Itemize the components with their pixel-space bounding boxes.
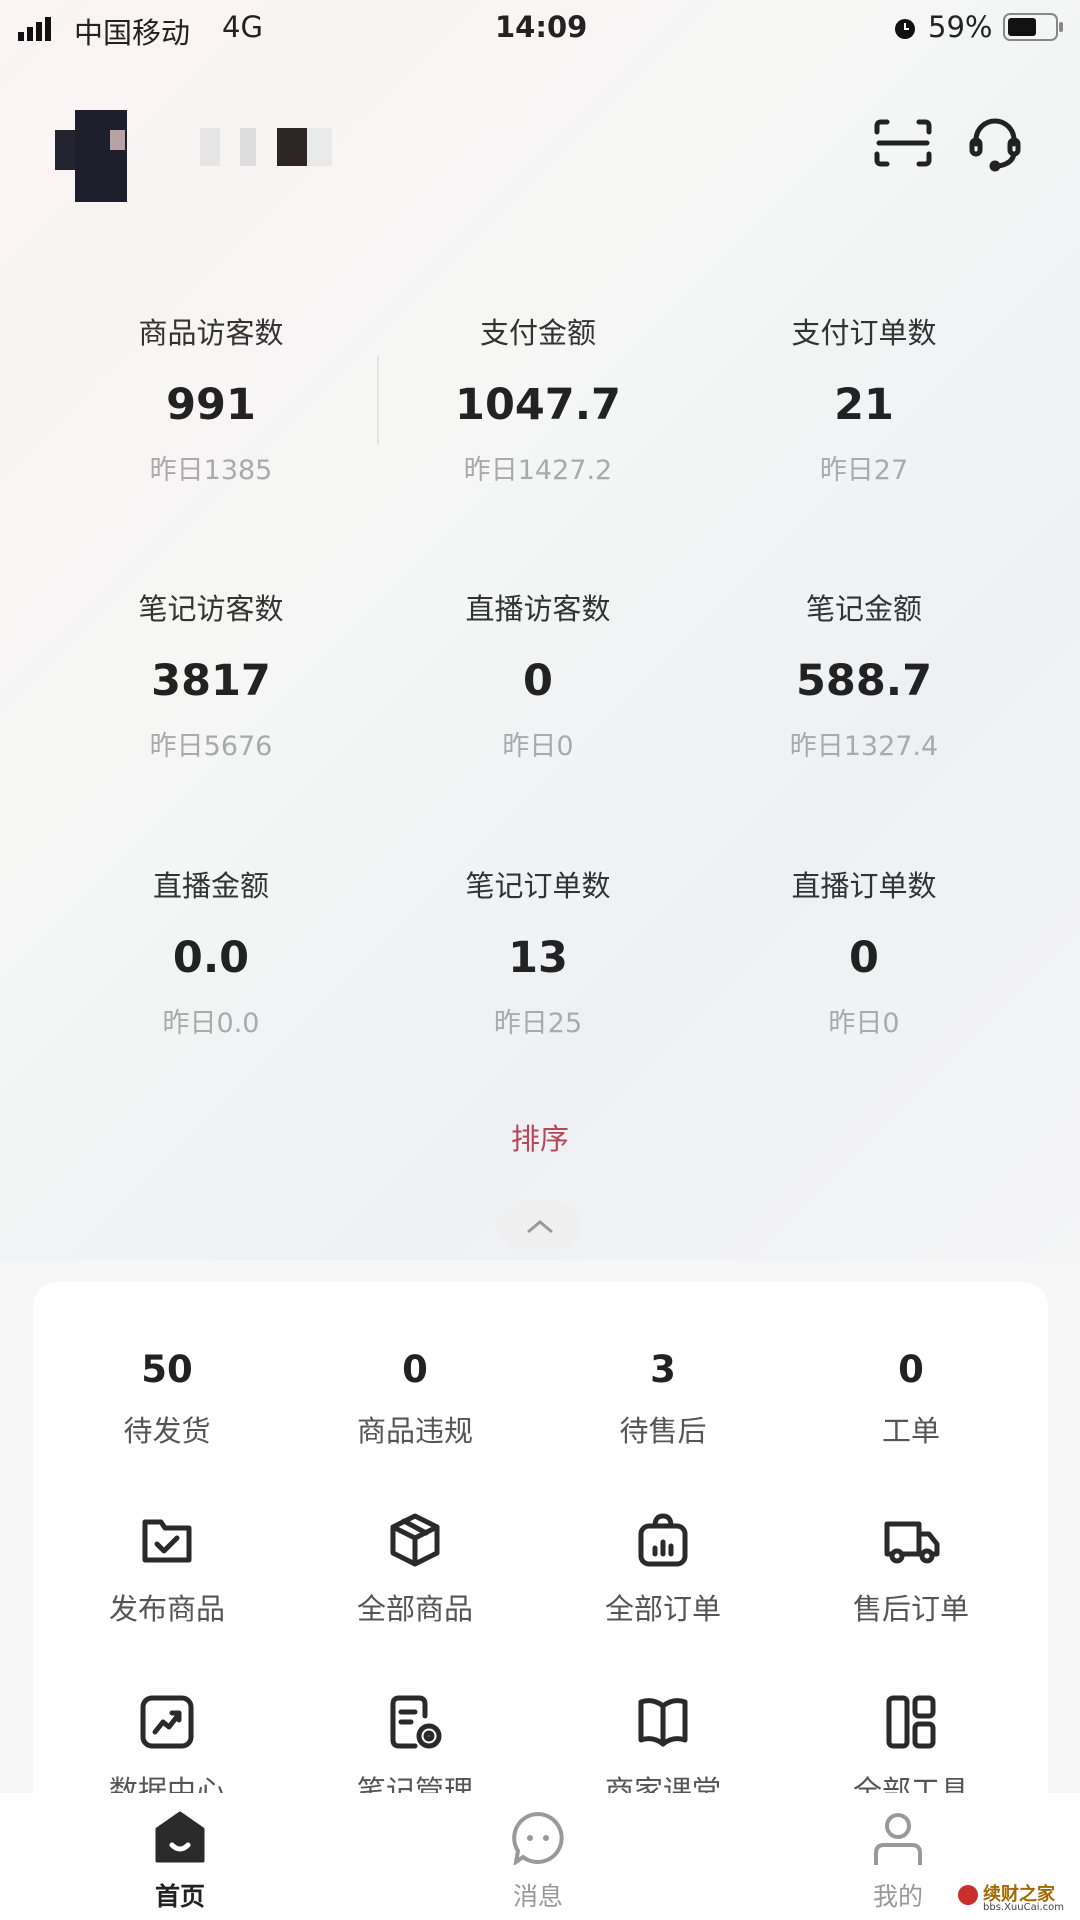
stat-value: 21 (834, 380, 894, 430)
count-label: 工单 (881, 1414, 940, 1448)
message-icon (512, 1811, 564, 1867)
stat-item[interactable]: 笔记访客数 3817 昨日5676 (48, 589, 374, 765)
status-bar: 中国移动 4G 14:09 59% (0, 0, 1080, 60)
order-bag-icon (638, 1513, 688, 1567)
count-label: 待发货 (123, 1414, 211, 1448)
count-value: 50 (141, 1348, 193, 1391)
stat-yesterday: 昨日1327.4 (789, 731, 939, 762)
book-icon (638, 1698, 688, 1747)
trend-chart-icon (140, 1695, 194, 1749)
stat-yesterday: 昨日5676 (149, 731, 273, 762)
stat-value: 13 (508, 933, 568, 983)
watermark: 续财之家 bbs.XuuCai.com (955, 1880, 1077, 1918)
tab-home[interactable]: 首页 (80, 1811, 280, 1913)
stat-yesterday: 昨日0.0 (162, 1008, 260, 1039)
stat-value: 0 (849, 933, 879, 983)
stat-item[interactable]: 直播访客数 0 昨日0 (375, 589, 701, 765)
tool-truck[interactable]: 售后订单 (787, 1510, 1035, 1628)
stat-label: 笔记订单数 (465, 869, 611, 903)
shortcut-card: 50 待发货 0 商品违规 3 待售后 0 工单 发布商品 全部商品 全部订单 … (33, 1282, 1048, 1842)
tab-label: 首页 (154, 1882, 205, 1911)
stat-yesterday: 昨日0 (502, 731, 574, 762)
stat-value: 0.0 (172, 933, 250, 983)
truck-icon (884, 1521, 940, 1564)
count-label: 待售后 (619, 1414, 707, 1448)
stat-item[interactable]: 支付金额 1047.7 昨日1427.2 (375, 313, 701, 489)
stat-label: 直播金额 (152, 869, 269, 903)
tool-folder-check[interactable]: 发布商品 (43, 1510, 291, 1628)
stat-label: 支付订单数 (791, 316, 937, 350)
box-icon (390, 1513, 440, 1567)
folder-check-icon (142, 1519, 192, 1563)
tab-bar: 首页 消息 我的 (0, 1793, 1080, 1920)
stat-value: 588.7 (795, 656, 932, 706)
count-item[interactable]: 50 待发货 (43, 1348, 291, 1450)
count-item[interactable]: 0 工单 (787, 1348, 1035, 1450)
tool-label: 售后订单 (852, 1592, 969, 1626)
tool-label: 全部订单 (604, 1592, 721, 1626)
stat-value: 3817 (151, 656, 271, 706)
stat-yesterday: 昨日0 (828, 1008, 900, 1039)
count-value: 0 (402, 1348, 428, 1391)
stat-yesterday: 昨日25 (493, 1008, 583, 1039)
signal-icon (18, 14, 58, 48)
tab-label: 消息 (512, 1882, 563, 1911)
stat-value: 991 (166, 380, 256, 430)
stat-item[interactable]: 直播订单数 0 昨日0 (701, 866, 1027, 1042)
stat-value: 1047.7 (455, 380, 621, 430)
stat-item[interactable]: 支付订单数 21 昨日27 (701, 313, 1027, 489)
stat-item[interactable]: 笔记金额 588.7 昨日1327.4 (701, 589, 1027, 765)
home-icon (155, 1811, 205, 1863)
stat-item[interactable]: 商品访客数 991 昨日1385 (48, 313, 374, 489)
profile-icon (874, 1813, 922, 1865)
stat-label: 笔记访客数 (138, 592, 284, 626)
stat-value: 0 (523, 656, 553, 706)
tools-grid-icon (886, 1695, 936, 1749)
count-value: 0 (898, 1348, 924, 1391)
stat-yesterday: 昨日1427.2 (463, 455, 613, 486)
stat-label: 商品访客数 (138, 316, 284, 350)
customer-service-icon[interactable] (968, 114, 1022, 176)
tab-messages[interactable]: 消息 (438, 1811, 638, 1913)
stat-yesterday: 昨日1385 (149, 455, 273, 486)
stat-item[interactable]: 笔记订单数 13 昨日25 (375, 866, 701, 1042)
stat-item[interactable]: 直播金额 0.0 昨日0.0 (48, 866, 374, 1042)
sort-button[interactable]: 排序 (440, 1116, 640, 1158)
avatar[interactable] (55, 110, 147, 202)
note-settings-icon (390, 1695, 442, 1749)
stat-yesterday: 昨日27 (819, 455, 909, 486)
tool-box[interactable]: 全部商品 (291, 1510, 539, 1628)
shop-name (180, 128, 350, 166)
tool-order-bag[interactable]: 全部订单 (539, 1510, 787, 1628)
scan-icon[interactable] (873, 118, 933, 172)
chevron-up-icon (527, 1220, 553, 1234)
count-item[interactable]: 3 待售后 (539, 1348, 787, 1450)
stat-label: 支付金额 (479, 316, 596, 350)
count-item[interactable]: 0 商品违规 (291, 1348, 539, 1450)
count-label: 商品违规 (356, 1414, 473, 1448)
stat-label: 直播访客数 (465, 592, 611, 626)
count-value: 3 (650, 1348, 676, 1391)
alarm-icon (893, 14, 917, 48)
collapse-button[interactable] (498, 1202, 582, 1250)
battery-icon (1003, 12, 1065, 49)
time: 14:09 (495, 10, 588, 44)
battery-percent: 59% (928, 10, 993, 44)
network: 4G (222, 10, 263, 44)
tool-label: 全部商品 (356, 1592, 473, 1626)
carrier: 中国移动 (74, 16, 191, 50)
tool-label: 发布商品 (108, 1592, 225, 1626)
stat-label: 笔记金额 (805, 592, 922, 626)
stat-label: 直播订单数 (791, 869, 937, 903)
